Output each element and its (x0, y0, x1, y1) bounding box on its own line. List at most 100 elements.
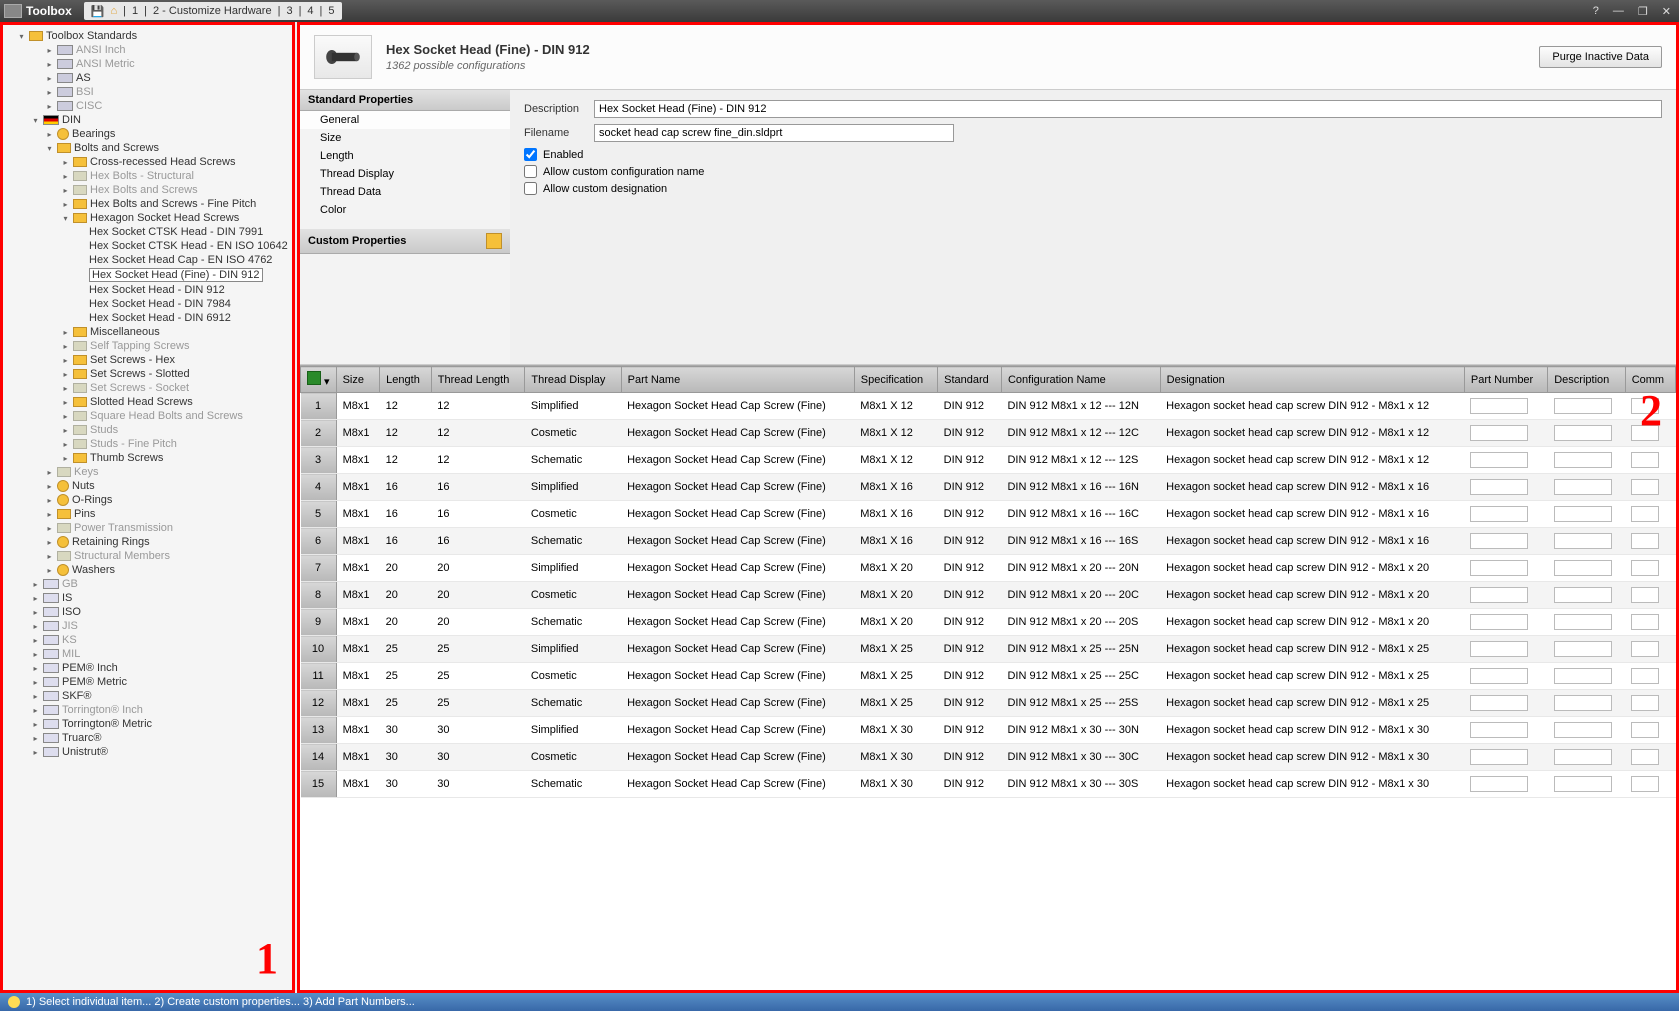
cell-part-number[interactable] (1464, 555, 1547, 582)
table-row[interactable]: 9M8x12020SchematicHexagon Socket Head Ca… (301, 609, 1676, 636)
cell-part-number[interactable] (1464, 501, 1547, 528)
tree-std-gb[interactable]: ▸GB (31, 577, 292, 591)
table-row[interactable]: 10M8x12525SimplifiedHexagon Socket Head … (301, 636, 1676, 663)
table-row[interactable]: 11M8x12525CosmeticHexagon Socket Head Ca… (301, 663, 1676, 690)
col-size[interactable]: Size (336, 367, 380, 393)
tree-item-square-head-bolts-and-screws[interactable]: ▸Square Head Bolts and Screws (61, 409, 292, 423)
cell-description[interactable] (1548, 690, 1625, 717)
row-number[interactable]: 4 (301, 474, 337, 501)
col-thread-length[interactable]: Thread Length (431, 367, 525, 393)
tree-std-ks[interactable]: ▸KS (31, 633, 292, 647)
tree-std-jis[interactable]: ▸JIS (31, 619, 292, 633)
tree-std-skf-[interactable]: ▸SKF® (31, 689, 292, 703)
home-icon[interactable]: ⌂ (110, 5, 117, 17)
tree-item-keys[interactable]: ▸Keys (45, 465, 292, 479)
cell-part-number[interactable] (1464, 447, 1547, 474)
bc-2[interactable]: 2 - Customize Hardware (153, 5, 272, 17)
tree-item-hex-socket-head-din-912[interactable]: Hex Socket Head - DIN 912 (77, 283, 292, 297)
cell-comment[interactable] (1625, 555, 1675, 582)
tree-std-iso[interactable]: ▸ISO (31, 605, 292, 619)
cell-part-number[interactable] (1464, 744, 1547, 771)
tree-item-set-screws-hex[interactable]: ▸Set Screws - Hex (61, 353, 292, 367)
row-number[interactable]: 6 (301, 528, 337, 555)
tree-std-is[interactable]: ▸IS (31, 591, 292, 605)
table-row[interactable]: 1M8x11212SimplifiedHexagon Socket Head C… (301, 393, 1676, 420)
tree-std-cisc[interactable]: ▸CISC (31, 99, 292, 113)
cell-description[interactable] (1548, 555, 1625, 582)
cell-part-number[interactable] (1464, 582, 1547, 609)
tree-item-hex-bolts-and-screws-fine-pitch[interactable]: ▸Hex Bolts and Screws - Fine Pitch (61, 197, 292, 211)
bc-3[interactable]: 3 (286, 5, 292, 17)
col-description[interactable]: Description (1548, 367, 1625, 393)
tree-item-hex-socket-ctsk-head-din-7991[interactable]: Hex Socket CTSK Head - DIN 7991 (77, 225, 292, 239)
tree-item-bearings[interactable]: ▸Bearings (45, 127, 292, 141)
table-row[interactable]: 12M8x12525SchematicHexagon Socket Head C… (301, 690, 1676, 717)
tree-item-structural-members[interactable]: ▸Structural Members (45, 549, 292, 563)
col-length[interactable]: Length (380, 367, 432, 393)
row-number[interactable]: 10 (301, 636, 337, 663)
bc-1[interactable]: 1 (132, 5, 138, 17)
cell-part-number[interactable] (1464, 474, 1547, 501)
minimize-button[interactable]: — (1609, 5, 1628, 18)
tree-std-pem-inch[interactable]: ▸PEM® Inch (31, 661, 292, 675)
tree-std-ansi-inch[interactable]: ▸ANSI Inch (31, 43, 292, 57)
row-number[interactable]: 13 (301, 717, 337, 744)
tree-item-power-transmission[interactable]: ▸Power Transmission (45, 521, 292, 535)
col-thread-display[interactable]: Thread Display (525, 367, 621, 393)
table-row[interactable]: 5M8x11616CosmeticHexagon Socket Head Cap… (301, 501, 1676, 528)
cell-part-number[interactable] (1464, 609, 1547, 636)
cell-comment[interactable] (1625, 690, 1675, 717)
tree-std-ansi-metric[interactable]: ▸ANSI Metric (31, 57, 292, 71)
row-number[interactable]: 12 (301, 690, 337, 717)
cell-part-number[interactable] (1464, 528, 1547, 555)
row-number[interactable]: 5 (301, 501, 337, 528)
cell-description[interactable] (1548, 420, 1625, 447)
allow-cfg-checkbox[interactable] (524, 165, 537, 178)
row-number[interactable]: 11 (301, 663, 337, 690)
tree-item-thumb-screws[interactable]: ▸Thumb Screws (61, 451, 292, 465)
tree-item-nuts[interactable]: ▸Nuts (45, 479, 292, 493)
row-number[interactable]: 14 (301, 744, 337, 771)
bc-4[interactable]: 4 (307, 5, 313, 17)
tree-std-pem-metric[interactable]: ▸PEM® Metric (31, 675, 292, 689)
stdprop-size[interactable]: Size (300, 129, 510, 147)
cell-part-number[interactable] (1464, 771, 1547, 798)
add-custom-prop-icon[interactable] (486, 233, 502, 249)
tree-item-pins[interactable]: ▸Pins (45, 507, 292, 521)
purge-button[interactable]: Purge Inactive Data (1539, 46, 1662, 68)
tree-std-mil[interactable]: ▸MIL (31, 647, 292, 661)
tree-item-set-screws-slotted[interactable]: ▸Set Screws - Slotted (61, 367, 292, 381)
tree-std-unistrut-[interactable]: ▸Unistrut® (31, 745, 292, 759)
tree-std-truarc-[interactable]: ▸Truarc® (31, 731, 292, 745)
tree-std-torrington-metric[interactable]: ▸Torrington® Metric (31, 717, 292, 731)
cell-comment[interactable] (1625, 393, 1675, 420)
tree-item-hex-bolts-and-screws[interactable]: ▸Hex Bolts and Screws (61, 183, 292, 197)
cell-comment[interactable] (1625, 528, 1675, 555)
enabled-checkbox[interactable] (524, 148, 537, 161)
cell-part-number[interactable] (1464, 393, 1547, 420)
tree-item-set-screws-socket[interactable]: ▸Set Screws - Socket (61, 381, 292, 395)
table-row[interactable]: 2M8x11212CosmeticHexagon Socket Head Cap… (301, 420, 1676, 447)
cell-description[interactable] (1548, 474, 1625, 501)
tree-item-hex-socket-head-din-7984[interactable]: Hex Socket Head - DIN 7984 (77, 297, 292, 311)
cell-description[interactable] (1548, 609, 1625, 636)
cell-part-number[interactable] (1464, 690, 1547, 717)
cell-description[interactable] (1548, 771, 1625, 798)
cell-description[interactable] (1548, 393, 1625, 420)
cell-description[interactable] (1548, 501, 1625, 528)
cell-comment[interactable] (1625, 501, 1675, 528)
table-row[interactable]: 8M8x12020CosmeticHexagon Socket Head Cap… (301, 582, 1676, 609)
maximize-button[interactable]: ❐ (1634, 5, 1652, 18)
row-number[interactable]: 7 (301, 555, 337, 582)
stdprop-general[interactable]: General (300, 111, 510, 129)
cell-part-number[interactable] (1464, 636, 1547, 663)
cell-description[interactable] (1548, 717, 1625, 744)
cell-description[interactable] (1548, 663, 1625, 690)
tree-item-bolts-and-screws[interactable]: ▾Bolts and Screws (45, 141, 292, 155)
standards-tree[interactable]: ▾Toolbox Standards ▸ANSI Inch▸ANSI Metri… (0, 22, 295, 993)
tree-item-self-tapping-screws[interactable]: ▸Self Tapping Screws (61, 339, 292, 353)
col-configuration-name[interactable]: Configuration Name (1001, 367, 1160, 393)
cell-comment[interactable] (1625, 663, 1675, 690)
bc-5[interactable]: 5 (328, 5, 334, 17)
tree-std-as[interactable]: ▸AS (31, 71, 292, 85)
